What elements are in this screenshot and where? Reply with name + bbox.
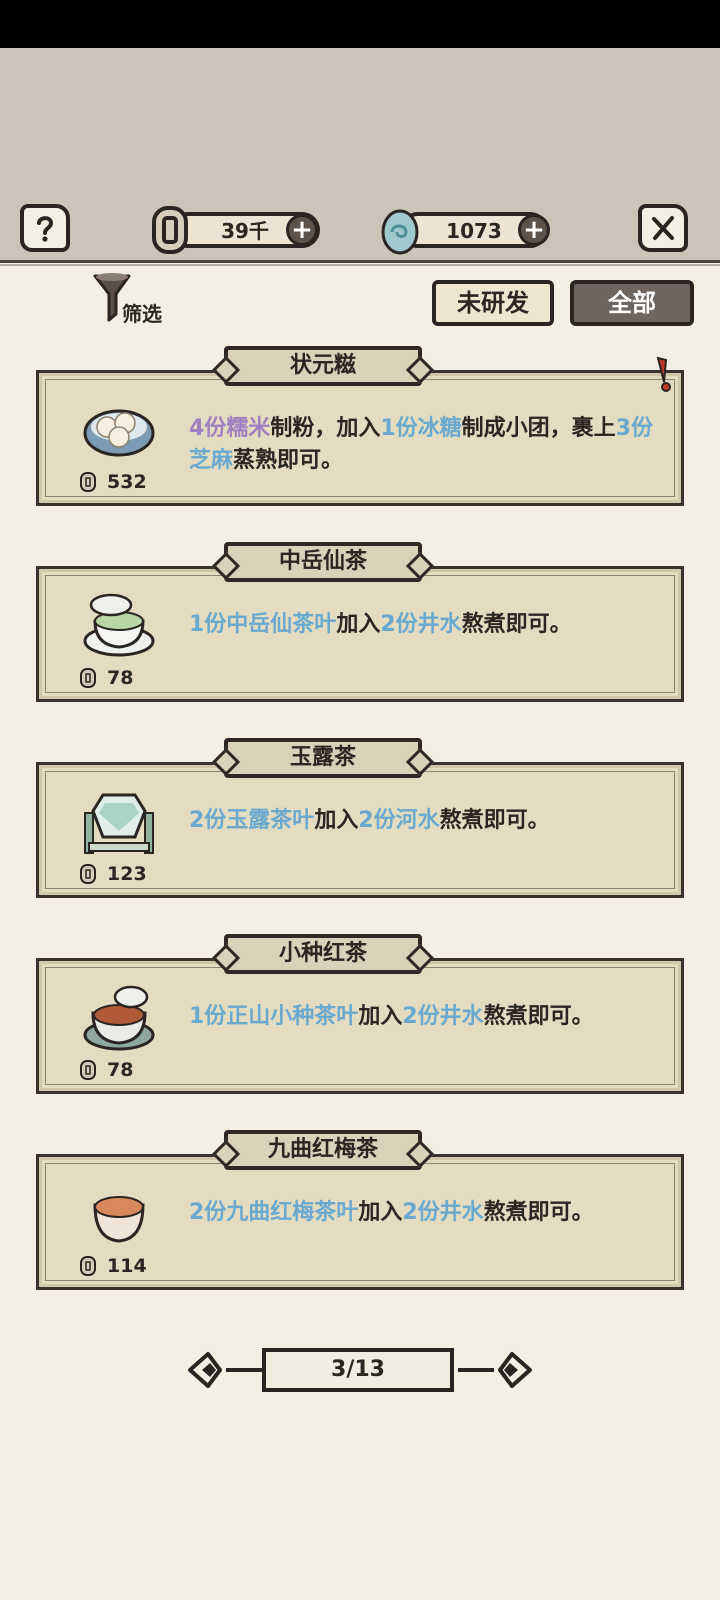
close-button[interactable] [638, 204, 688, 252]
recipe-description: 1份中岳仙茶叶加入2份井水熬煮即可。 [189, 609, 669, 641]
copper-coin-icon [79, 1255, 97, 1277]
header-divider [0, 257, 720, 267]
green-tea-cup-icon [81, 591, 157, 663]
close-icon [652, 216, 674, 240]
recipe-title: 中岳仙茶 [224, 542, 422, 582]
recipe-card[interactable]: 78 1份中岳仙茶叶加入2份井水熬煮即可。 [36, 566, 684, 702]
filter-button[interactable]: 筛选 [92, 268, 182, 328]
recipe-title: 玉露茶 [224, 738, 422, 778]
ingredient-highlight: 1份冰糖 [380, 416, 462, 441]
black-tea-cup-icon [81, 983, 157, 1055]
help-button[interactable] [20, 204, 70, 252]
filter-label: 筛选 [122, 302, 162, 326]
add-copper-button[interactable]: + [286, 214, 318, 246]
ingredient-highlight: 1份中岳仙茶叶 [189, 612, 337, 637]
recipe-title: 小种红茶 [224, 934, 422, 974]
recipe-price: 532 [107, 471, 147, 493]
ingredient-highlight: 2份井水 [380, 612, 462, 637]
rice-dumplings-bowl-icon [81, 395, 157, 467]
copper-coin-icon [79, 471, 97, 493]
copper-coin-icon [148, 202, 192, 258]
recipe-text: 加入 [358, 1004, 403, 1029]
recipe-text: 制成小团，裹上 [461, 416, 616, 441]
tab-all[interactable]: 全部 [570, 280, 694, 326]
recipe-price: 114 [107, 1255, 147, 1277]
copper-coin-icon [79, 1059, 97, 1081]
recipe-text: 蒸熟即可。 [233, 448, 344, 473]
copper-coin-icon [79, 863, 97, 885]
recipe-card[interactable]: 532 4份糯米制粉，加入1份冰糖制成小团，裹上3份芝麻蒸熟即可。 [36, 370, 684, 506]
red-plum-tea-cup-icon [81, 1179, 157, 1251]
page-indicator: 3/13 [262, 1348, 454, 1392]
ingredient-highlight: 1份正山小种茶叶 [189, 1004, 359, 1029]
header-background [0, 48, 720, 260]
hexagon-tea-cup-icon [81, 787, 157, 859]
ingredient-highlight: 4份糯米 [189, 416, 271, 441]
ingredient-highlight: 2份玉露茶叶 [189, 808, 315, 833]
next-page-button[interactable] [458, 1346, 534, 1394]
recipe-text: 加入 [336, 612, 381, 637]
recipe-title: 九曲红梅茶 [224, 1130, 422, 1170]
recipe-description: 1份正山小种茶叶加入2份井水熬煮即可。 [189, 1001, 669, 1033]
recipe-title: 状元糍 [224, 346, 422, 386]
question-mark-icon [37, 216, 54, 242]
copper-coin-icon [79, 667, 97, 689]
recipe-text: 加入 [358, 1200, 403, 1225]
ingredient-highlight: 2份井水 [402, 1004, 484, 1029]
new-alert-icon [656, 356, 671, 392]
add-jade-button[interactable]: + [518, 214, 550, 246]
plus-icon: + [291, 215, 313, 245]
jade-egg-icon [378, 202, 422, 258]
recipe-text: 加入 [314, 808, 359, 833]
recipe-text: 熬煮即可。 [483, 1004, 594, 1029]
recipe-text: 熬煮即可。 [483, 1200, 594, 1225]
recipe-price: 78 [107, 1059, 134, 1081]
plus-icon: + [523, 215, 545, 245]
recipe-card[interactable]: 114 2份九曲红梅茶叶加入2份井水熬煮即可。 [36, 1154, 684, 1290]
recipe-description: 4份糯米制粉，加入1份冰糖制成小团，裹上3份芝麻蒸熟即可。 [189, 413, 669, 477]
recipe-description: 2份玉露茶叶加入2份河水熬煮即可。 [189, 805, 669, 837]
prev-page-button[interactable] [186, 1346, 262, 1394]
recipe-price: 78 [107, 667, 134, 689]
ingredient-highlight: 2份井水 [402, 1200, 484, 1225]
recipe-text: 制粉，加入 [270, 416, 381, 441]
ingredient-highlight: 2份河水 [358, 808, 440, 833]
recipe-price: 123 [107, 863, 147, 885]
ingredient-highlight: 2份九曲红梅茶叶 [189, 1200, 359, 1225]
recipe-card[interactable]: 123 2份玉露茶叶加入2份河水熬煮即可。 [36, 762, 684, 898]
recipe-card[interactable]: 78 1份正山小种茶叶加入2份井水熬煮即可。 [36, 958, 684, 1094]
status-bar [0, 0, 720, 48]
tab-undeveloped[interactable]: 未研发 [432, 280, 554, 326]
recipe-text: 熬煮即可。 [439, 808, 550, 833]
recipe-description: 2份九曲红梅茶叶加入2份井水熬煮即可。 [189, 1197, 669, 1229]
recipe-text: 熬煮即可。 [461, 612, 572, 637]
